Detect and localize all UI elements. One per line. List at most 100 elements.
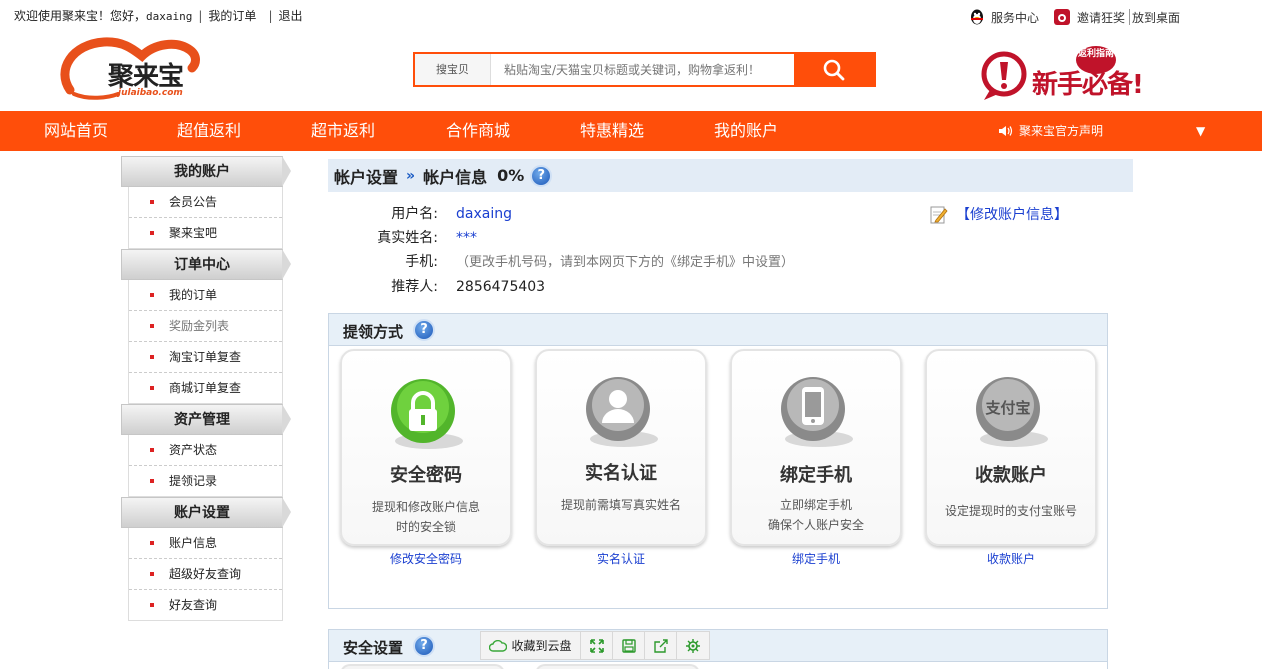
sidebar-item-mall-order-recheck[interactable]: 商城订单复查 <box>129 373 282 404</box>
username-link[interactable]: daxaing <box>146 10 192 23</box>
sidebar-item-member-notices[interactable]: 会员公告 <box>129 187 282 218</box>
bind-phone-card[interactable]: 绑定手机 立即绑定手机 确保个人账户安全 <box>730 349 902 546</box>
panel-header: 安全设置 ? <box>329 630 1107 662</box>
phone-row: 手机: （更改手机号码，请到本网页下方的《绑定手机》中设置） <box>340 251 794 271</box>
alipay-icon: 支付宝 <box>976 377 1048 447</box>
nav-item-value-rebate[interactable]: 超值返利 <box>177 111 241 151</box>
search-icon <box>823 59 845 80</box>
phone-value: （更改手机号码，请到本网页下方的《绑定手机》中设置） <box>456 255 795 270</box>
username-label: 用户名: <box>391 206 438 222</box>
realname-row: 真实姓名: *** <box>340 227 477 247</box>
breadcrumb-separator: » <box>406 167 416 184</box>
gift-icon <box>1053 9 1070 25</box>
breadcrumb-account-settings[interactable]: 帐户设置 <box>334 164 398 188</box>
sidebar-item-friends[interactable]: 好友查询 <box>129 590 282 621</box>
share-icon <box>653 638 668 653</box>
sidebar-list: 会员公告 聚来宝吧 <box>128 187 283 249</box>
username-row: 用户名: daxaing <box>340 203 512 223</box>
my-orders-link[interactable]: 我的订单 <box>208 7 256 24</box>
edit-account-info-link[interactable]: 【修改账户信息】 <box>930 204 1068 224</box>
sidebar-item-asset-status[interactable]: 资产状态 <box>129 435 282 466</box>
card-title: 实名认证 <box>585 463 657 484</box>
sidebar-item-my-orders[interactable]: 我的订单 <box>129 280 282 311</box>
divider: | <box>268 9 273 23</box>
phone-label: 手机: <box>405 254 438 270</box>
save-to-cloud-button[interactable]: 收藏到云盘 <box>481 632 581 659</box>
top-bar: 欢迎使用聚来宝！您好，daxaing | 我的订单 | 退出 服务中心 邀请狂奖 放到桌… <box>0 0 1262 30</box>
card-description: 提现前需填写真实姓名 <box>560 498 681 512</box>
search-category-select[interactable]: 搜宝贝 <box>415 54 491 85</box>
change-security-password-link[interactable]: 修改安全密码 <box>340 550 512 567</box>
referrer-value: 2856475403 <box>456 279 546 295</box>
logout-link[interactable]: 退出 <box>278 7 302 24</box>
real-name-auth-link[interactable]: 实名认证 <box>535 550 707 567</box>
nav-item-supermarket-rebate[interactable]: 超市返利 <box>311 111 375 151</box>
sidebar-section-assets: 资产管理 <box>121 404 291 435</box>
official-statement-link[interactable]: 聚来宝官方声明 <box>998 111 1103 151</box>
sidebar-item-account-info[interactable]: 账户信息 <box>129 528 282 559</box>
card-description: 确保个人账户安全 <box>767 518 864 532</box>
site-header: 聚来宝 julaibao.com 搜宝贝 返利指南 新手必备! <box>0 30 1262 111</box>
search-button[interactable] <box>794 54 874 85</box>
completion-percent: 0% <box>497 166 525 185</box>
save-to-desktop-link[interactable]: 放到桌面 <box>1132 9 1180 26</box>
panel-title: 安全设置 <box>343 639 404 657</box>
help-icon[interactable]: ? <box>413 318 436 341</box>
sidebar-list: 账户信息 超级好友查询 好友查询 <box>128 528 283 621</box>
bind-phone-link[interactable]: 绑定手机 <box>730 550 902 567</box>
exclamation-bubble-icon <box>981 51 1027 100</box>
card-description: 设定提现时的支付宝账号 <box>944 504 1077 518</box>
newbie-guide-banner[interactable]: 返利指南 新手必备! <box>980 40 1190 108</box>
service-center-label: 服务中心 <box>990 10 1039 25</box>
sidebar: 我的账户 会员公告 聚来宝吧 订单中心 我的订单 奖励金列表 淘宝订单复查 商城… <box>121 156 291 621</box>
card-description: 立即绑定手机 <box>779 498 852 512</box>
divider: | <box>198 9 203 23</box>
gear-icon <box>686 638 700 653</box>
sidebar-item-super-friends[interactable]: 超级好友查询 <box>129 559 282 590</box>
sidebar-item-forum[interactable]: 聚来宝吧 <box>129 218 282 249</box>
sidebar-item-rewards-list[interactable]: 奖励金列表 <box>129 311 282 342</box>
sidebar-list: 资产状态 提领记录 <box>128 435 283 497</box>
real-name-card[interactable]: 实名认证 提现前需填写真实姓名 <box>535 349 707 546</box>
help-icon[interactable]: ? <box>413 634 436 657</box>
panel-header: 提领方式 ? <box>329 314 1107 346</box>
search-input[interactable] <box>492 54 792 85</box>
site-logo[interactable]: 聚来宝 julaibao.com <box>58 36 208 104</box>
service-center-link[interactable]: 服务中心 <box>969 8 1039 26</box>
divider <box>1128 9 1130 25</box>
top-bar-right: 服务中心 邀请狂奖 放到桌面 <box>955 8 1180 26</box>
speaker-icon <box>999 126 1013 136</box>
security-card-stub <box>340 664 505 669</box>
nav-item-my-account[interactable]: 我的账户 <box>714 111 778 151</box>
chevron-down-icon[interactable]: ▼ <box>1196 124 1205 138</box>
sidebar-item-withdraw-records[interactable]: 提领记录 <box>129 466 282 497</box>
expand-button[interactable] <box>581 632 613 659</box>
payment-account-card[interactable]: 支付宝 收款账户 设定提现时的支付宝账号 <box>925 349 1097 546</box>
realname-value: *** <box>456 230 477 246</box>
payment-account-link[interactable]: 收款账户 <box>925 550 1097 567</box>
security-settings-panel: 安全设置 ? 收藏到云盘 <box>328 629 1108 669</box>
security-password-card[interactable]: 安全密码 提现和修改账户信息 时的安全锁 <box>340 349 512 546</box>
welcome-text: 欢迎使用聚来宝！您好， <box>14 9 147 23</box>
save-button[interactable] <box>613 632 645 659</box>
top-bar-left: 欢迎使用聚来宝！您好，daxaing | 我的订单 | 退出 <box>14 7 303 24</box>
logo-domain: julaibao.com <box>118 88 183 98</box>
save-to-cloud-label: 收藏到云盘 <box>511 639 572 653</box>
nav-item-partner-malls[interactable]: 合作商城 <box>446 111 510 151</box>
mobile-phone-icon <box>781 377 853 447</box>
share-button[interactable] <box>645 632 677 659</box>
edit-pencil-icon <box>930 206 948 224</box>
settings-button[interactable] <box>677 632 709 659</box>
search-bar: 搜宝贝 <box>413 52 876 87</box>
invite-link[interactable]: 邀请狂奖 <box>1053 8 1125 26</box>
nav-item-home[interactable]: 网站首页 <box>44 111 108 151</box>
nav-item-special-deals[interactable]: 特惠精选 <box>580 111 644 151</box>
referrer-row: 推荐人: 2856475403 <box>340 276 545 296</box>
security-card-stub <box>535 664 700 669</box>
sidebar-section-my-account: 我的账户 <box>121 156 291 187</box>
page-title: 帐户信息 <box>423 167 488 187</box>
lock-icon <box>391 379 463 449</box>
help-icon[interactable]: ? <box>530 164 553 187</box>
save-to-desktop-label: 放到桌面 <box>1131 10 1180 25</box>
sidebar-item-taobao-order-recheck[interactable]: 淘宝订单复查 <box>129 342 282 373</box>
